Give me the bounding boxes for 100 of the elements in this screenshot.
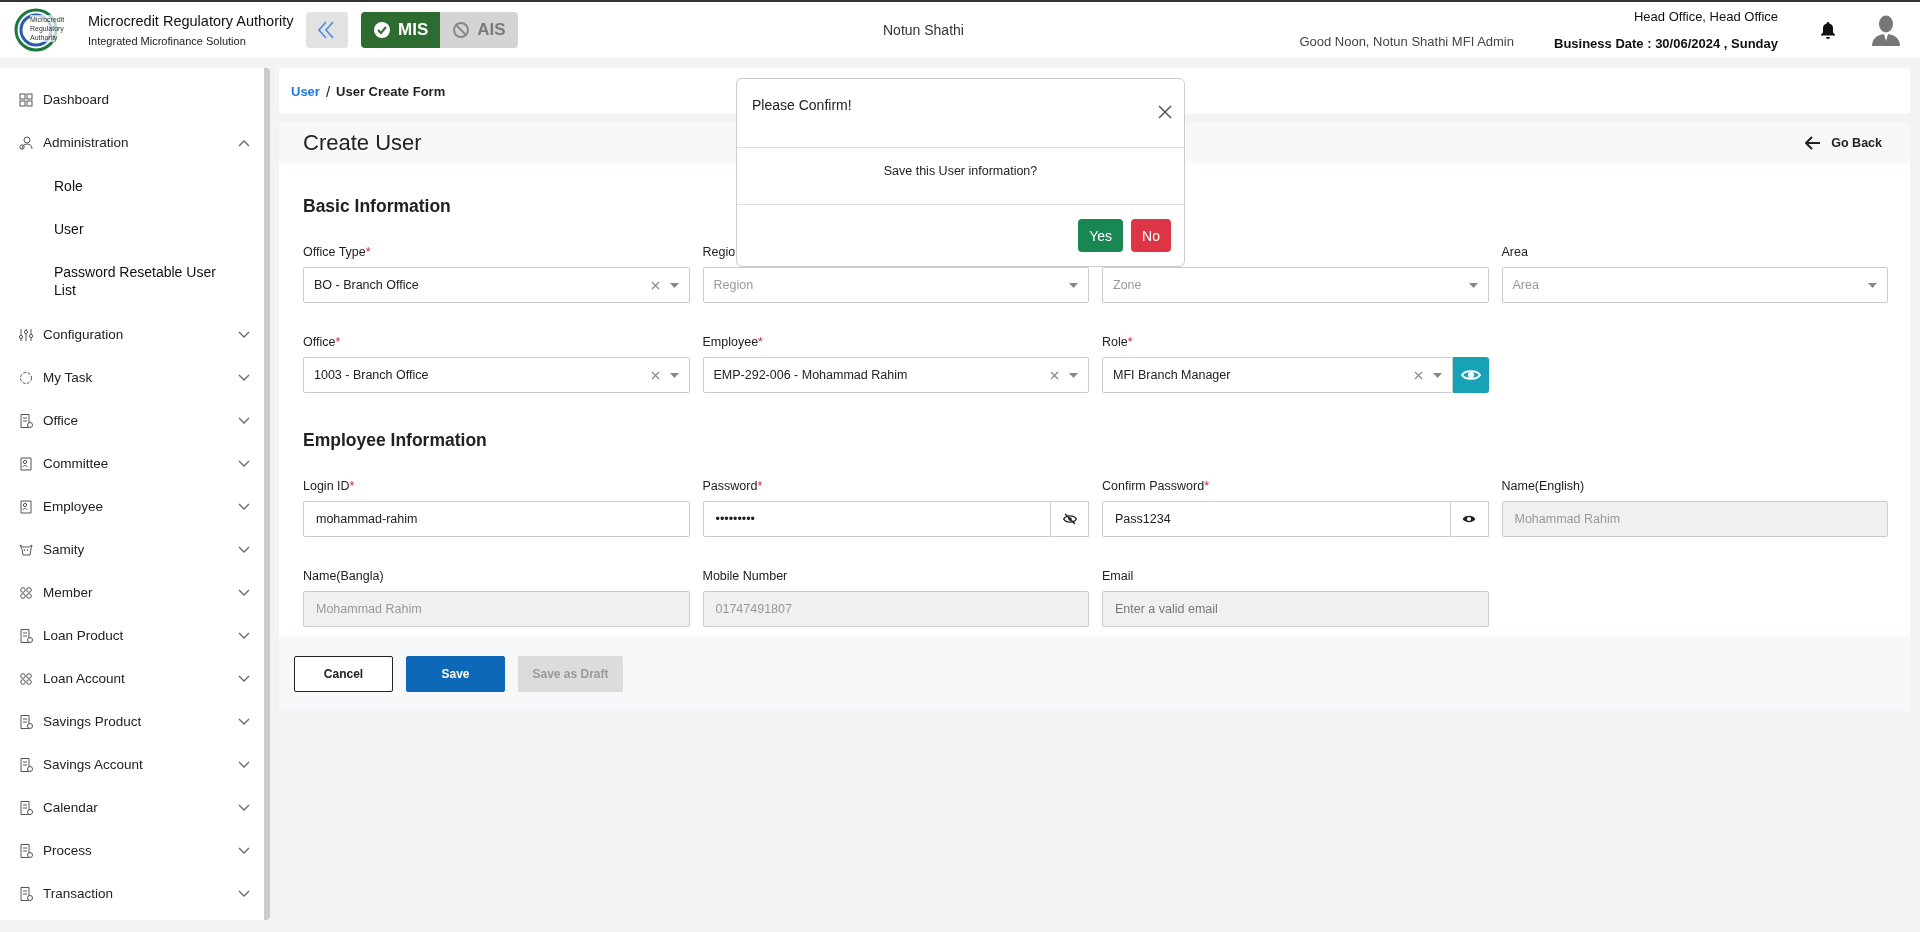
caret-down-icon — [669, 372, 679, 378]
caret-down-icon — [669, 282, 679, 288]
breadcrumb-current: User Create Form — [336, 83, 446, 99]
required-mark: * — [1204, 479, 1209, 493]
required-mark: * — [349, 479, 355, 493]
id-card-icon — [18, 498, 34, 515]
group-icon — [18, 584, 34, 601]
field-label: Confirm Password* — [1102, 479, 1210, 494]
caret-down-icon — [1468, 282, 1478, 288]
required-mark: * — [335, 335, 341, 349]
module-tab[interactable]: MIS — [361, 12, 441, 48]
dialog-message: Save this User information? — [737, 148, 1184, 205]
grid-icon — [18, 91, 34, 108]
field-label: Password* — [702, 479, 764, 494]
sidebar-item[interactable]: Savings Product — [0, 700, 264, 743]
people-icon — [18, 134, 34, 151]
document-icon — [18, 627, 34, 644]
document-icon — [18, 713, 34, 730]
circle-icon — [18, 369, 34, 386]
select-field[interactable]: EMP-292-006 - Mohammad Rahim — [702, 357, 1089, 393]
page-title: Create User — [303, 130, 422, 156]
password-field[interactable]: Pass1234 — [1102, 501, 1451, 537]
sidebar-item[interactable]: Employee — [0, 485, 264, 528]
profile-button[interactable] — [1872, 14, 1900, 46]
input-field[interactable]: mohammad-rahim — [303, 501, 690, 537]
sidebar-subitem[interactable]: Password Resetable User List — [54, 250, 234, 311]
action-button[interactable]: Cancel — [294, 656, 393, 692]
group-icon — [18, 670, 34, 687]
field-label: Office Type* — [303, 245, 372, 260]
field-label: Name(Bangla) — [303, 569, 385, 584]
section-title: Employee Information — [303, 429, 487, 451]
section-title: Basic Information — [303, 195, 451, 217]
greeting-text: Good Noon, Notun Shathi MFI Admin — [1299, 33, 1514, 49]
field-label: Role* — [1102, 335, 1134, 350]
office-name: Head Office, Head Office — [1632, 9, 1778, 24]
field-label: Email — [1102, 569, 1135, 584]
field-label: Mobile Number — [702, 569, 789, 584]
org-subtitle: Integrated Microfinance Solution — [88, 35, 247, 47]
sidebar-item[interactable]: Savings Account — [0, 743, 264, 786]
eye-icon — [1462, 514, 1476, 524]
sidebar-item[interactable]: Dashboard — [0, 78, 264, 121]
clear-icon — [650, 370, 660, 380]
sidebar-item[interactable]: Configuration — [0, 313, 264, 356]
sidebar-item[interactable]: Transaction — [0, 872, 264, 915]
required-mark: * — [1127, 335, 1133, 349]
document-icon — [18, 412, 34, 429]
document-icon — [18, 799, 34, 816]
field-label: Employee* — [702, 335, 764, 350]
select-field[interactable]: BO - Branch Office — [303, 267, 690, 303]
field-label: Office* — [303, 335, 342, 350]
action-button[interactable]: Save — [406, 656, 505, 692]
sidebar-item[interactable]: Loan Account — [0, 657, 264, 700]
sidebar-item[interactable]: Office — [0, 399, 264, 442]
sliders-icon — [18, 326, 34, 343]
yes-button[interactable]: Yes — [1078, 219, 1124, 252]
breadcrumb-link[interactable]: User — [291, 83, 320, 99]
arrow-left-icon — [1805, 136, 1822, 150]
sidebar-subitem[interactable]: Role — [54, 164, 234, 207]
user-silhouette-icon — [1872, 14, 1900, 46]
clear-icon — [1050, 370, 1059, 380]
caret-down-icon — [1069, 282, 1078, 288]
show-password-button[interactable] — [1051, 501, 1089, 537]
sidebar-item[interactable]: Loan Product — [0, 614, 264, 657]
select-field[interactable]: MFI Branch Manager — [1102, 357, 1453, 393]
close-icon — [1158, 104, 1172, 119]
field-label: Regio — [702, 245, 737, 260]
field-label: Name(English) — [1501, 479, 1586, 494]
dialog-title: Please Confirm! — [752, 97, 852, 115]
notifications-button[interactable] — [1820, 21, 1836, 39]
sidebar-item[interactable]: My Task — [0, 356, 264, 399]
app-title: Notun Shathi — [882, 22, 965, 38]
caret-down-icon — [1432, 372, 1442, 378]
hide-password-button[interactable] — [1450, 501, 1489, 537]
no-button[interactable]: No — [1131, 219, 1171, 252]
bell-icon — [1820, 21, 1836, 39]
document-icon — [18, 885, 34, 902]
sidebar-item[interactable]: Process — [0, 829, 264, 872]
caret-down-icon — [1868, 282, 1877, 288]
go-back-button[interactable]: Go Back — [1799, 135, 1888, 151]
required-mark: * — [758, 335, 763, 349]
password-field[interactable]: ••••••••• — [702, 501, 1051, 537]
field-label: Login ID* — [303, 479, 356, 494]
sidebar-item[interactable]: Member — [0, 571, 264, 614]
clear-icon — [650, 280, 660, 290]
required-mark: * — [757, 479, 763, 493]
business-date: Business Date : 30/06/2024 , Sunday — [1554, 36, 1778, 51]
select-field[interactable]: 1003 - Branch Office — [303, 357, 690, 393]
eye-icon — [1460, 368, 1481, 382]
sidebar-item[interactable]: Calendar — [0, 786, 264, 829]
sidebar-item[interactable]: Administration — [0, 121, 264, 164]
view-role-button[interactable] — [1452, 357, 1489, 393]
sidebar-item[interactable]: Samity — [0, 528, 264, 571]
id-card-icon — [18, 455, 34, 472]
document-icon — [18, 842, 34, 859]
org-title: Microcredit Regulatory Authority — [88, 13, 294, 29]
sidebar-subitem[interactable]: User — [54, 207, 234, 250]
eye-slash-icon — [1062, 513, 1077, 525]
ban-icon — [452, 21, 471, 39]
field-label: Area — [1501, 245, 1529, 260]
sidebar-item[interactable]: Committee — [0, 442, 264, 485]
